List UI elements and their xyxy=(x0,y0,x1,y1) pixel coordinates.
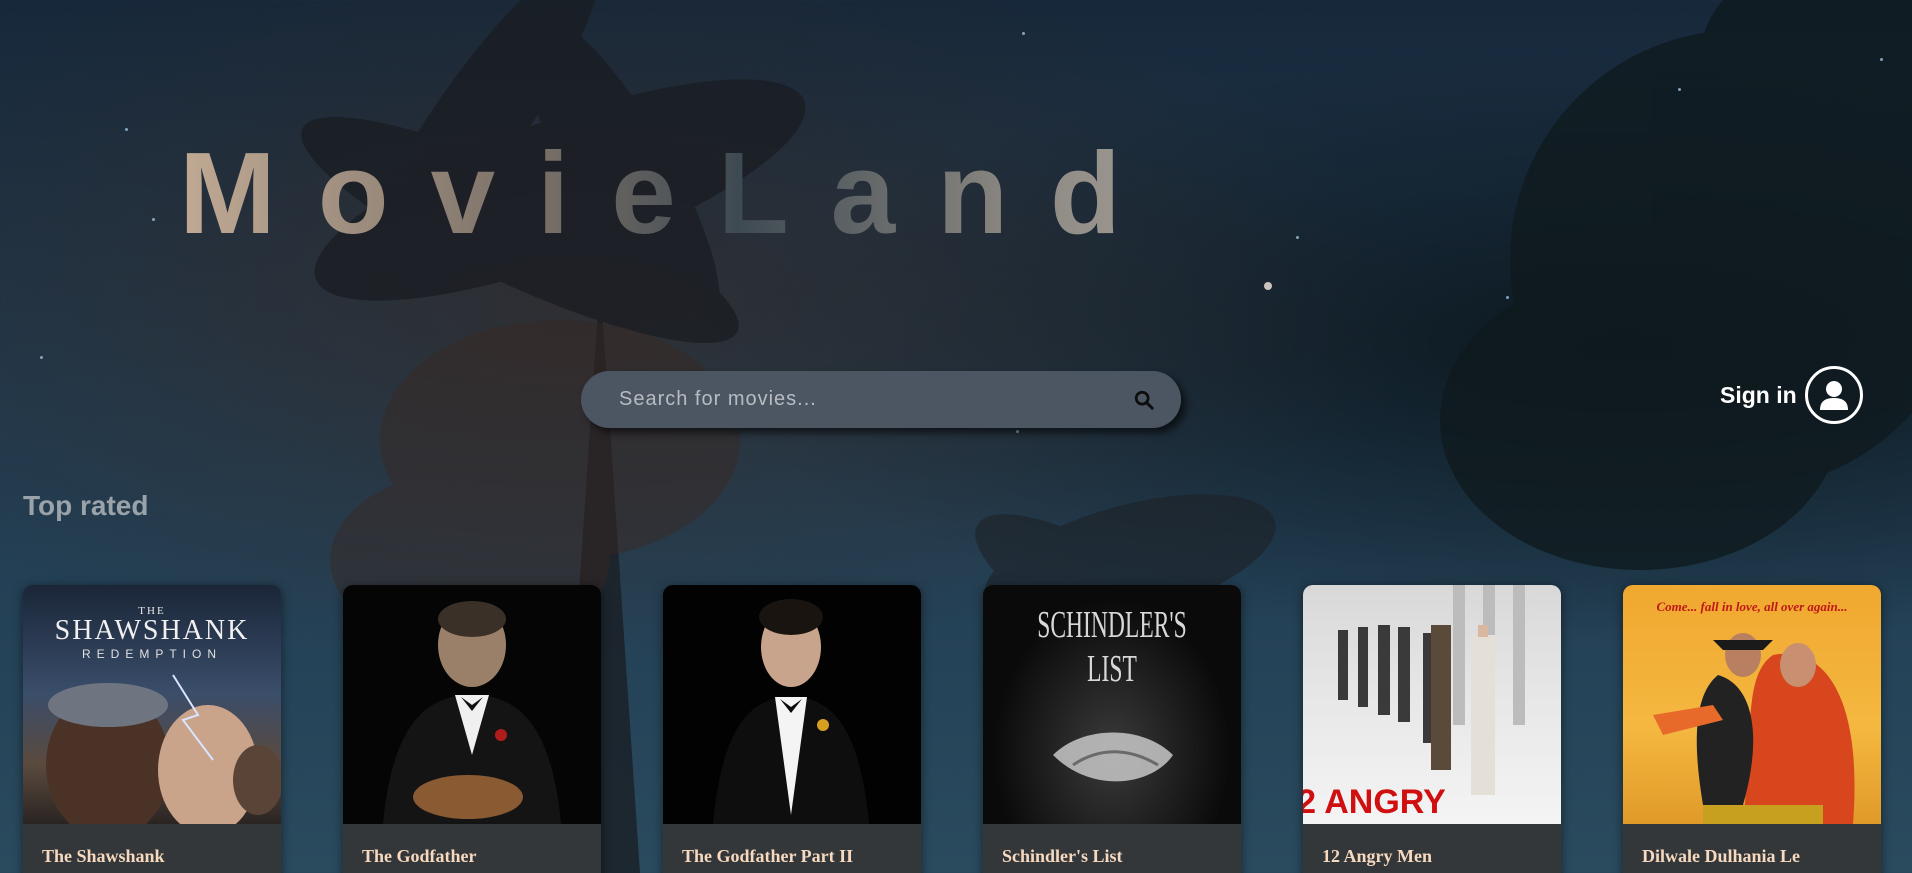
user-avatar-icon xyxy=(1804,366,1863,424)
movie-title: The Shawshank xyxy=(42,846,165,866)
search-icon xyxy=(1134,390,1154,410)
poster-title: SHAWSHANK xyxy=(54,615,250,646)
movie-title: Schindler's List xyxy=(1002,846,1123,866)
movie-card[interactable]: THE SHAWSHANK REDEMPTION The Shawshank xyxy=(23,585,281,873)
sign-in-label: Sign in xyxy=(1720,381,1797,408)
movie-poster: Come... fall in love, all over again... xyxy=(1623,585,1881,824)
movie-poster xyxy=(343,585,601,824)
movie-title: 12 Angry Men xyxy=(1322,846,1432,866)
search-bar xyxy=(581,371,1181,428)
movie-title: Dilwale Dulhania Le xyxy=(1642,846,1801,866)
movie-card[interactable]: The Godfather Part II xyxy=(663,585,921,873)
poster-title: 12 ANGRY xyxy=(1303,783,1446,821)
poster-subtitle: REDEMPTION xyxy=(81,647,222,661)
section-title: Top rated xyxy=(23,490,149,521)
movie-card[interactable]: 12 ANGRY 12 Angry Men xyxy=(1303,585,1561,873)
movie-card[interactable]: Come... fall in love, all over again... … xyxy=(1623,585,1881,873)
search-button[interactable] xyxy=(1129,385,1159,415)
search-input[interactable] xyxy=(619,388,1129,411)
app-title: MovieLand xyxy=(0,126,1342,260)
movie-card[interactable]: The Godfather xyxy=(343,585,601,873)
sign-in-button[interactable]: Sign in xyxy=(1720,366,1863,424)
movie-card[interactable]: SCHINDLER'S LIST Schindler's List xyxy=(983,585,1241,873)
movie-title: The Godfather xyxy=(362,846,477,866)
movie-poster: 12 ANGRY xyxy=(1303,585,1561,824)
movie-list: THE SHAWSHANK REDEMPTION The Shawshank T… xyxy=(23,585,1881,873)
movie-poster: THE SHAWSHANK REDEMPTION xyxy=(23,585,281,824)
movie-poster: SCHINDLER'S LIST xyxy=(983,585,1241,824)
movie-title: The Godfather Part II xyxy=(682,846,854,866)
poster-tagline: Come... fall in love, all over again... xyxy=(1656,599,1848,614)
movie-poster xyxy=(663,585,921,824)
